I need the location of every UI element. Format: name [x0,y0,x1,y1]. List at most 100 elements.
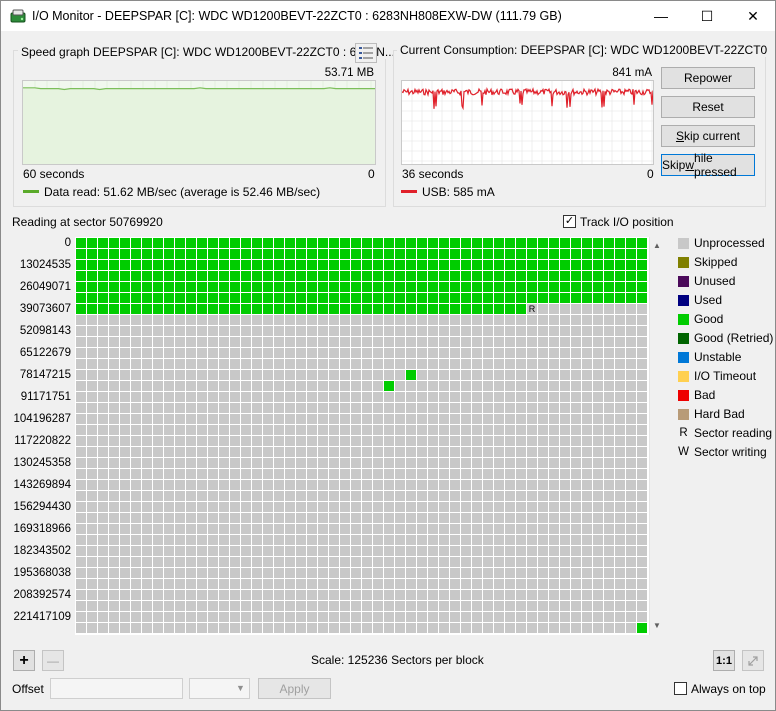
sector-block[interactable] [197,370,207,380]
sector-block[interactable] [626,282,636,292]
sector-block[interactable] [252,458,262,468]
sector-block[interactable] [307,502,317,512]
sector-block[interactable] [329,535,339,545]
sector-block[interactable] [164,304,174,314]
sector-block[interactable] [472,491,482,501]
sector-block[interactable] [538,623,548,633]
sector-block[interactable] [395,469,405,479]
sector-block[interactable] [186,293,196,303]
sector-block[interactable] [439,513,449,523]
sector-block[interactable] [208,293,218,303]
sector-block[interactable] [483,458,493,468]
sector-block[interactable] [208,436,218,446]
sector-block[interactable] [153,513,163,523]
sector-block[interactable] [131,381,141,391]
sector-block[interactable] [472,524,482,534]
sector-block[interactable] [582,546,592,556]
sector-block[interactable] [395,249,405,259]
sector-block[interactable] [318,436,328,446]
sector-block[interactable] [296,546,306,556]
sector-block[interactable] [230,271,240,281]
sector-block[interactable] [384,513,394,523]
sector-block[interactable] [307,579,317,589]
sector-block[interactable] [637,568,647,578]
sector-block[interactable] [87,623,97,633]
sector-block[interactable] [538,326,548,336]
sector-block[interactable] [307,491,317,501]
sector-block[interactable] [362,612,372,622]
sector-block[interactable] [164,315,174,325]
sector-block[interactable] [516,612,526,622]
sector-block[interactable] [505,249,515,259]
title-bar[interactable]: I/O Monitor - DEEPSPAR [C]: WDC WD1200BE… [1,1,775,31]
sector-block[interactable] [384,337,394,347]
sector-block[interactable] [87,513,97,523]
sector-block[interactable] [120,249,130,259]
sector-block[interactable] [329,513,339,523]
skip-while-pressed-button[interactable]: Skip w hile pressed [661,151,755,179]
sector-block[interactable] [582,436,592,446]
sector-block[interactable] [362,513,372,523]
sector-block[interactable] [175,469,185,479]
sector-block[interactable] [109,326,119,336]
sector-block[interactable] [340,524,350,534]
sector-block[interactable] [197,282,207,292]
sector-block[interactable] [428,590,438,600]
sector-block[interactable] [131,293,141,303]
sector-block[interactable] [87,381,97,391]
sector-block[interactable] [340,436,350,446]
sector-block[interactable] [329,282,339,292]
sector-block[interactable] [362,304,372,314]
sector-block[interactable] [615,337,625,347]
sector-block[interactable] [395,491,405,501]
sector-block[interactable] [406,546,416,556]
sector-block[interactable] [274,502,284,512]
sector-block[interactable] [285,524,295,534]
sector-block[interactable] [274,282,284,292]
sector-block[interactable] [395,326,405,336]
sector-block[interactable] [615,612,625,622]
sector-block[interactable] [87,315,97,325]
sector-block[interactable] [274,557,284,567]
sector-block[interactable] [637,326,647,336]
sector-block[interactable] [582,370,592,380]
sector-block[interactable] [450,392,460,402]
sector-block[interactable] [230,370,240,380]
sector-block[interactable] [252,447,262,457]
sector-block[interactable] [351,249,361,259]
sector-block[interactable] [549,337,559,347]
sector-block[interactable] [428,392,438,402]
sector-block[interactable] [230,392,240,402]
sector-block[interactable] [428,260,438,270]
sector-block[interactable] [241,524,251,534]
sector-block[interactable] [274,480,284,490]
sector-block[interactable] [142,447,152,457]
sector-block[interactable] [626,568,636,578]
sector-block[interactable] [461,425,471,435]
sector-block[interactable] [98,568,108,578]
sector-block[interactable] [274,425,284,435]
sector-block[interactable] [307,447,317,457]
sector-block[interactable] [274,260,284,270]
sector-block[interactable] [516,403,526,413]
sector-block[interactable] [76,579,86,589]
sector-block[interactable] [296,436,306,446]
sector-block[interactable] [87,502,97,512]
sector-block[interactable] [615,359,625,369]
sector-block[interactable] [593,271,603,281]
sector-block[interactable] [186,249,196,259]
sector-block[interactable] [494,304,504,314]
sector-block[interactable] [384,249,394,259]
sector-block[interactable] [120,480,130,490]
sector-block[interactable] [131,623,141,633]
sector-block[interactable] [307,590,317,600]
sector-block[interactable] [208,579,218,589]
sector-block[interactable] [307,480,317,490]
sector-block[interactable] [571,304,581,314]
sector-block[interactable] [472,623,482,633]
sector-block[interactable] [428,535,438,545]
sector-block[interactable] [252,359,262,369]
sector-block[interactable] [274,249,284,259]
sector-block[interactable] [604,414,614,424]
sector-block[interactable] [604,392,614,402]
